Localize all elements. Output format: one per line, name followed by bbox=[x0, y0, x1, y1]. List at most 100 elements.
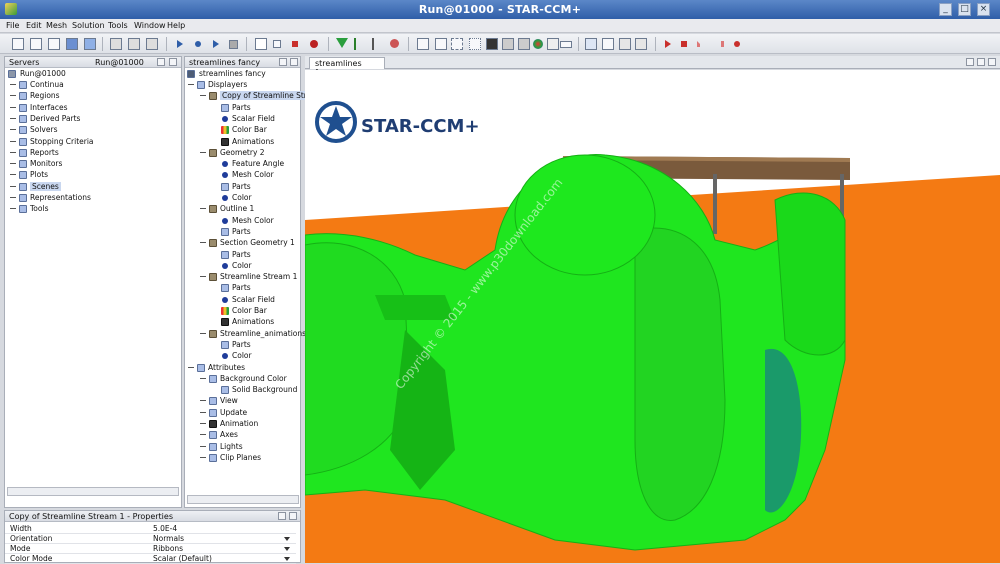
view-left-icon[interactable] bbox=[619, 38, 631, 50]
menu-file[interactable]: File bbox=[6, 21, 19, 30]
walk-icon[interactable] bbox=[354, 38, 364, 50]
scene-viewport[interactable]: STAR-CCM+ Copyright © 2015 - www.p30down… bbox=[305, 70, 1000, 563]
pan-icon[interactable] bbox=[435, 38, 447, 50]
copy-icon[interactable] bbox=[128, 38, 140, 50]
scene-node-attributes[interactable]: Attributes bbox=[188, 363, 298, 374]
step-icon[interactable] bbox=[195, 41, 201, 47]
scene-node-parts[interactable]: Parts bbox=[212, 227, 298, 238]
scene-node-streamline-animations[interactable]: Streamline_animations bbox=[200, 329, 306, 340]
scene-tree-scrollbar[interactable] bbox=[187, 495, 299, 504]
paste-icon[interactable] bbox=[146, 38, 158, 50]
scene-node-axes[interactable]: Axes bbox=[200, 430, 298, 441]
expand-icon[interactable] bbox=[10, 105, 17, 111]
abort-icon[interactable] bbox=[292, 41, 298, 47]
scene-node-parts[interactable]: Parts bbox=[212, 182, 298, 193]
expand-icon[interactable] bbox=[200, 240, 207, 246]
menu-help[interactable]: Help bbox=[167, 21, 185, 30]
display-icon[interactable] bbox=[547, 38, 559, 50]
ruler-icon[interactable] bbox=[560, 41, 572, 48]
tree-item-continua[interactable]: Continua bbox=[10, 80, 170, 91]
cut-icon[interactable] bbox=[110, 38, 122, 50]
grid-icon[interactable] bbox=[585, 38, 597, 50]
tab-servers[interactable]: Servers bbox=[9, 58, 39, 67]
camera-icon[interactable] bbox=[486, 38, 498, 50]
scene-node-update[interactable]: Update bbox=[200, 408, 298, 419]
scene-node-color[interactable]: Color bbox=[212, 351, 298, 362]
scene-node-feature-angle[interactable]: Feature Angle bbox=[212, 159, 298, 170]
scene-node-color[interactable]: Color bbox=[212, 193, 298, 204]
run-icon[interactable] bbox=[177, 40, 183, 48]
scene-node-animation[interactable]: Animation bbox=[200, 419, 298, 430]
scene-render[interactable]: STAR-CCM+ Copyright © 2015 - www.p30down… bbox=[305, 70, 1000, 563]
panel-menu-icon[interactable] bbox=[157, 58, 165, 66]
expand-icon[interactable] bbox=[200, 398, 207, 404]
tree-item-solvers[interactable]: Solvers bbox=[10, 125, 170, 136]
dropdown-arrow-icon[interactable] bbox=[284, 537, 290, 541]
scene-node-clip-planes[interactable]: Clip Planes bbox=[200, 453, 298, 464]
expand-icon[interactable] bbox=[200, 206, 207, 212]
tree-root-run[interactable]: Run@01000 bbox=[8, 69, 178, 80]
tree-item-reports[interactable]: Reports bbox=[10, 148, 170, 159]
tree-item-interfaces[interactable]: Interfaces bbox=[10, 103, 170, 114]
anim-stop-icon[interactable] bbox=[681, 41, 687, 47]
expand-icon[interactable] bbox=[200, 432, 207, 438]
minimize-button[interactable]: _ bbox=[939, 3, 952, 16]
expand-icon[interactable] bbox=[200, 376, 207, 382]
expand-icon[interactable] bbox=[200, 421, 207, 427]
expand-icon[interactable] bbox=[200, 274, 207, 280]
tree-item-plots[interactable]: Plots bbox=[10, 170, 170, 181]
panel-close-icon[interactable] bbox=[289, 512, 297, 520]
anim-back-icon[interactable] bbox=[697, 41, 706, 47]
menu-tools[interactable]: Tools bbox=[108, 21, 128, 30]
expand-icon[interactable] bbox=[10, 116, 17, 122]
panel-close-icon[interactable] bbox=[290, 58, 298, 66]
tree-item-tools[interactable]: Tools bbox=[10, 204, 170, 215]
save-as-icon[interactable] bbox=[66, 38, 78, 50]
scene-node-animations[interactable]: Animations bbox=[212, 317, 298, 328]
monitor-icon[interactable] bbox=[417, 38, 429, 50]
close-button[interactable]: × bbox=[977, 3, 990, 16]
color-icon[interactable] bbox=[533, 39, 543, 49]
filter-icon[interactable] bbox=[336, 38, 348, 48]
new-simulation-icon[interactable] bbox=[12, 38, 24, 50]
record-icon[interactable] bbox=[390, 39, 399, 48]
select-icon[interactable] bbox=[273, 40, 281, 48]
run-man-icon[interactable] bbox=[372, 38, 382, 50]
panel-menu-icon[interactable] bbox=[279, 58, 287, 66]
expand-icon[interactable] bbox=[200, 331, 207, 337]
expand-icon[interactable] bbox=[10, 206, 17, 212]
anim-record-icon[interactable] bbox=[734, 41, 740, 47]
maximize-button[interactable]: □ bbox=[958, 3, 971, 16]
expand-icon[interactable] bbox=[200, 444, 207, 450]
expand-icon[interactable] bbox=[10, 184, 17, 190]
rotate-icon[interactable] bbox=[502, 38, 514, 50]
tab-scroll-right-icon[interactable] bbox=[977, 58, 985, 66]
expand-icon[interactable] bbox=[10, 82, 17, 88]
expand-icon[interactable] bbox=[10, 195, 17, 201]
scene-node-background-color[interactable]: Background Color bbox=[200, 374, 298, 385]
mesh-icon[interactable] bbox=[255, 38, 267, 50]
scene-node-solid-background[interactable]: Solid Background bbox=[212, 385, 298, 396]
menu-window[interactable]: Window bbox=[134, 21, 166, 30]
servers-scrollbar[interactable] bbox=[7, 487, 179, 496]
expand-icon[interactable] bbox=[10, 161, 17, 167]
scene-node-scalar-field[interactable]: Scalar Field bbox=[212, 114, 298, 125]
expand-icon[interactable] bbox=[10, 150, 17, 156]
scene-node-parts[interactable]: Parts bbox=[212, 283, 298, 294]
expand-icon[interactable] bbox=[188, 82, 195, 88]
scene-node-animations[interactable]: Animations bbox=[212, 137, 298, 148]
stop-icon[interactable] bbox=[229, 40, 238, 49]
scene-node-geometry-2[interactable]: Geometry 2 bbox=[200, 148, 298, 159]
tab-streamlines-fancy[interactable]: streamlines fancy bbox=[189, 58, 260, 67]
tree-item-regions[interactable]: Regions bbox=[10, 91, 170, 102]
tab-close-icon[interactable] bbox=[988, 58, 996, 66]
scene-node-parts[interactable]: Parts bbox=[212, 340, 298, 351]
menu-solution[interactable]: Solution bbox=[72, 21, 105, 30]
property-row-color-mode[interactable]: Color Mode Scalar (Default) bbox=[5, 553, 296, 564]
tab-run[interactable]: Run@01000 bbox=[95, 58, 144, 67]
scene-node-scalar-field[interactable]: Scalar Field bbox=[212, 295, 298, 306]
tree-item-monitors[interactable]: Monitors bbox=[10, 159, 170, 170]
frame-icon[interactable] bbox=[602, 38, 614, 50]
scene-node-color-bar[interactable]: Color Bar bbox=[212, 306, 298, 317]
scene-node-mesh-color[interactable]: Mesh Color bbox=[212, 216, 298, 227]
